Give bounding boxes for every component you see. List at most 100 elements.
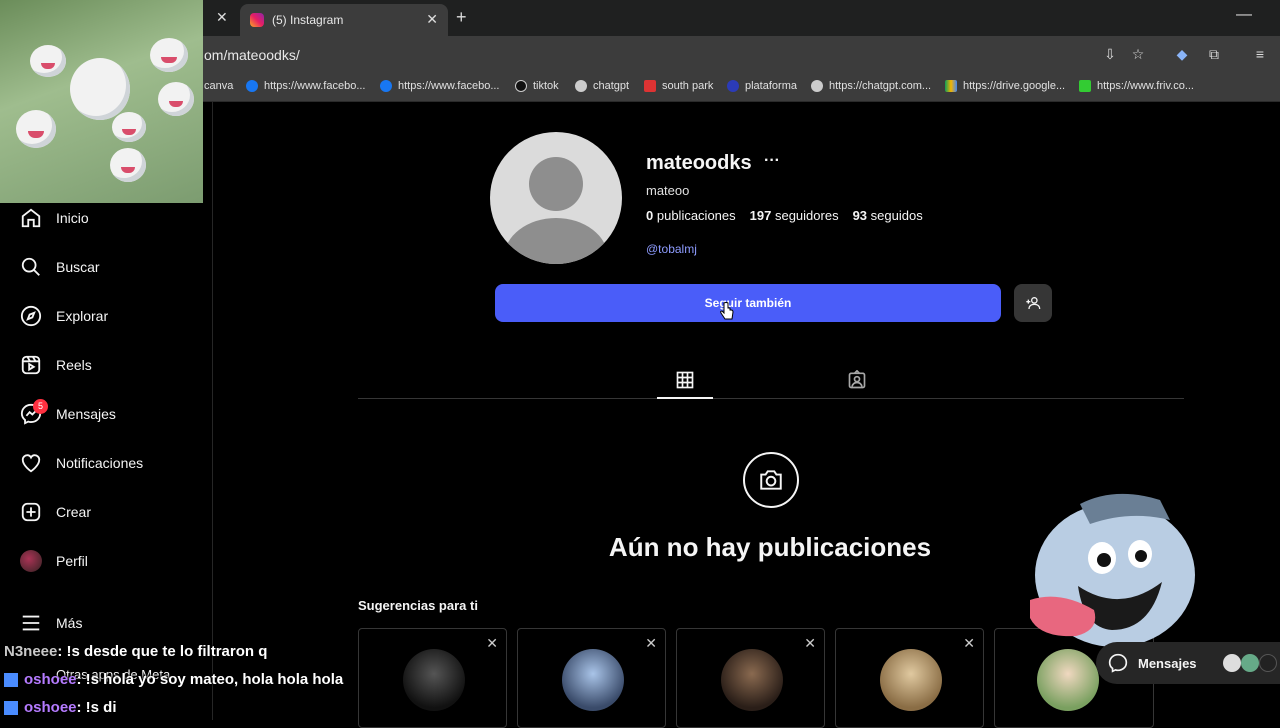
bookmark-label: https://www.facebo... [264, 80, 366, 92]
suggested-users-button[interactable] [1014, 284, 1052, 322]
bookmark-label: plataforma [745, 80, 797, 92]
profile-avatar [490, 132, 622, 264]
avatar [1258, 654, 1277, 672]
friv-icon [1079, 80, 1091, 92]
grid-icon[interactable] [675, 370, 695, 390]
sidebar-item-label: Más [56, 615, 83, 631]
sidebar-item-mas[interactable]: Más [20, 612, 82, 634]
search-icon [21, 257, 40, 276]
poro-figure [112, 112, 146, 142]
new-tab-button[interactable]: + [456, 7, 467, 28]
reading-list-icon[interactable]: ≡ [1252, 46, 1268, 62]
bookmark-tiktok[interactable]: tiktok [515, 80, 559, 92]
camera-icon [743, 452, 799, 508]
bookmark-facebook-2[interactable]: https://www.facebo... [380, 80, 500, 92]
bookmark-label: https://www.friv.co... [1097, 80, 1194, 92]
more-options-icon[interactable]: ··· [764, 152, 780, 170]
suggestion-card[interactable]: ✕ [835, 628, 984, 728]
bookmark-plataforma[interactable]: plataforma [727, 80, 797, 92]
cursor-hand-icon [720, 302, 734, 320]
sidebar-item-perfil[interactable]: Perfil [20, 550, 88, 572]
bookmark-label: south park [662, 80, 714, 92]
sidebar-item-explorar[interactable]: Explorar [20, 305, 108, 327]
profile-stats: 0 publicaciones 197 seguidores 93 seguid… [646, 208, 923, 223]
tabs-divider [358, 398, 1184, 399]
bookmark-label: canva [204, 80, 234, 92]
tab-title: (5) Instagram [272, 13, 344, 27]
reels-icon [21, 355, 41, 375]
home-icon [21, 208, 41, 228]
close-icon[interactable]: ✕ [645, 635, 657, 652]
posts-stat: 0 publicaciones [646, 208, 736, 223]
sidebar-item-inicio[interactable]: Inicio [20, 207, 89, 229]
bookmark-canva[interactable]: canva [204, 80, 233, 92]
bookmark-drive[interactable]: https://drive.google... [945, 80, 1065, 92]
sidebar-item-label: Reels [56, 357, 92, 373]
tab-instagram[interactable]: (5) Instagram ✕ [240, 4, 448, 36]
plus-square-icon [21, 502, 41, 522]
avatar [562, 649, 624, 711]
avatar [1240, 654, 1259, 672]
avatar [880, 649, 942, 711]
chat-message: oshoee : !s hola yo soy mateo, hola hola… [4, 671, 343, 688]
chat-message: oshoee : !s di [4, 699, 117, 716]
bookmark-label: https://www.facebo... [398, 80, 500, 92]
suggestion-card[interactable]: ✕ [517, 628, 666, 728]
profile-username: mateoodks [646, 152, 752, 174]
tagged-user-link[interactable]: @tobalmj [646, 242, 697, 256]
poro-figure [110, 148, 146, 182]
messages-badge: 5 [33, 399, 48, 414]
messenger-icon [1108, 653, 1128, 673]
suggestion-card[interactable]: ✕ [358, 628, 507, 728]
tagged-icon[interactable] [846, 370, 868, 390]
drive-icon [945, 80, 957, 92]
avatar [1222, 654, 1241, 672]
sidebar-item-buscar[interactable]: Buscar [20, 256, 100, 278]
following-count: 93 [852, 208, 868, 223]
install-icon[interactable]: ⇩ [1102, 46, 1118, 62]
close-icon[interactable]: ✕ [963, 635, 975, 652]
bookmark-friv[interactable]: https://www.friv.co... [1079, 80, 1194, 92]
close-tab-icon[interactable]: ✕ [216, 9, 228, 26]
star-icon[interactable]: ☆ [1130, 46, 1146, 62]
posts-label: publicaciones [656, 208, 736, 223]
following-stat[interactable]: 93 seguidos [853, 208, 923, 223]
south-park-icon [644, 80, 656, 92]
webcam-overlay [0, 0, 203, 203]
puzzle-icon[interactable]: ⧉ [1206, 46, 1222, 62]
bookmark-facebook-1[interactable]: https://www.facebo... [246, 80, 366, 92]
url-input[interactable]: om/mateoodks/ [204, 47, 300, 63]
profile-full-name: mateoo [646, 183, 690, 198]
no-posts-heading: Aún no hay publicaciones [608, 532, 932, 562]
followers-stat[interactable]: 197 seguidores [750, 208, 839, 223]
instagram-icon [250, 13, 264, 27]
follow-back-button[interactable]: Seguir también [495, 284, 1001, 322]
sidebar-item-label: Notificaciones [56, 455, 144, 471]
bookmark-chatgpt[interactable]: chatgpt [575, 80, 629, 92]
compass-icon [20, 305, 42, 327]
following-label: seguidos [870, 208, 923, 223]
sidebar-item-notificaciones[interactable]: Notificaciones [20, 452, 143, 474]
avatar [20, 550, 42, 572]
bookmark-label: chatgpt [593, 80, 630, 92]
chat-badge-icon [4, 672, 18, 687]
close-icon[interactable]: ✕ [804, 635, 816, 652]
sidebar-item-reels[interactable]: Reels [20, 354, 92, 376]
close-icon[interactable]: ✕ [486, 635, 498, 652]
poro-figure [158, 82, 194, 116]
facebook-icon [380, 80, 392, 92]
sidebar-item-crear[interactable]: Crear [20, 501, 91, 523]
bookmark-chatgpt-com[interactable]: https://chatgpt.com... [811, 80, 931, 92]
bookmark-south-park[interactable]: south park [644, 80, 713, 92]
chat-username: N3neee [4, 643, 58, 660]
active-tab-indicator [657, 397, 713, 399]
chatgpt-icon [575, 80, 587, 92]
suggestion-card[interactable]: ✕ [676, 628, 825, 728]
extension-icon[interactable]: ◆ [1174, 46, 1190, 62]
chat-badge-icon [4, 700, 18, 715]
poro-figure [70, 58, 130, 120]
minimize-icon[interactable]: — [1236, 6, 1252, 24]
close-tab-icon[interactable]: ✕ [426, 11, 438, 28]
plataforma-icon [727, 80, 739, 92]
messages-pill[interactable]: Mensajes [1096, 642, 1280, 684]
